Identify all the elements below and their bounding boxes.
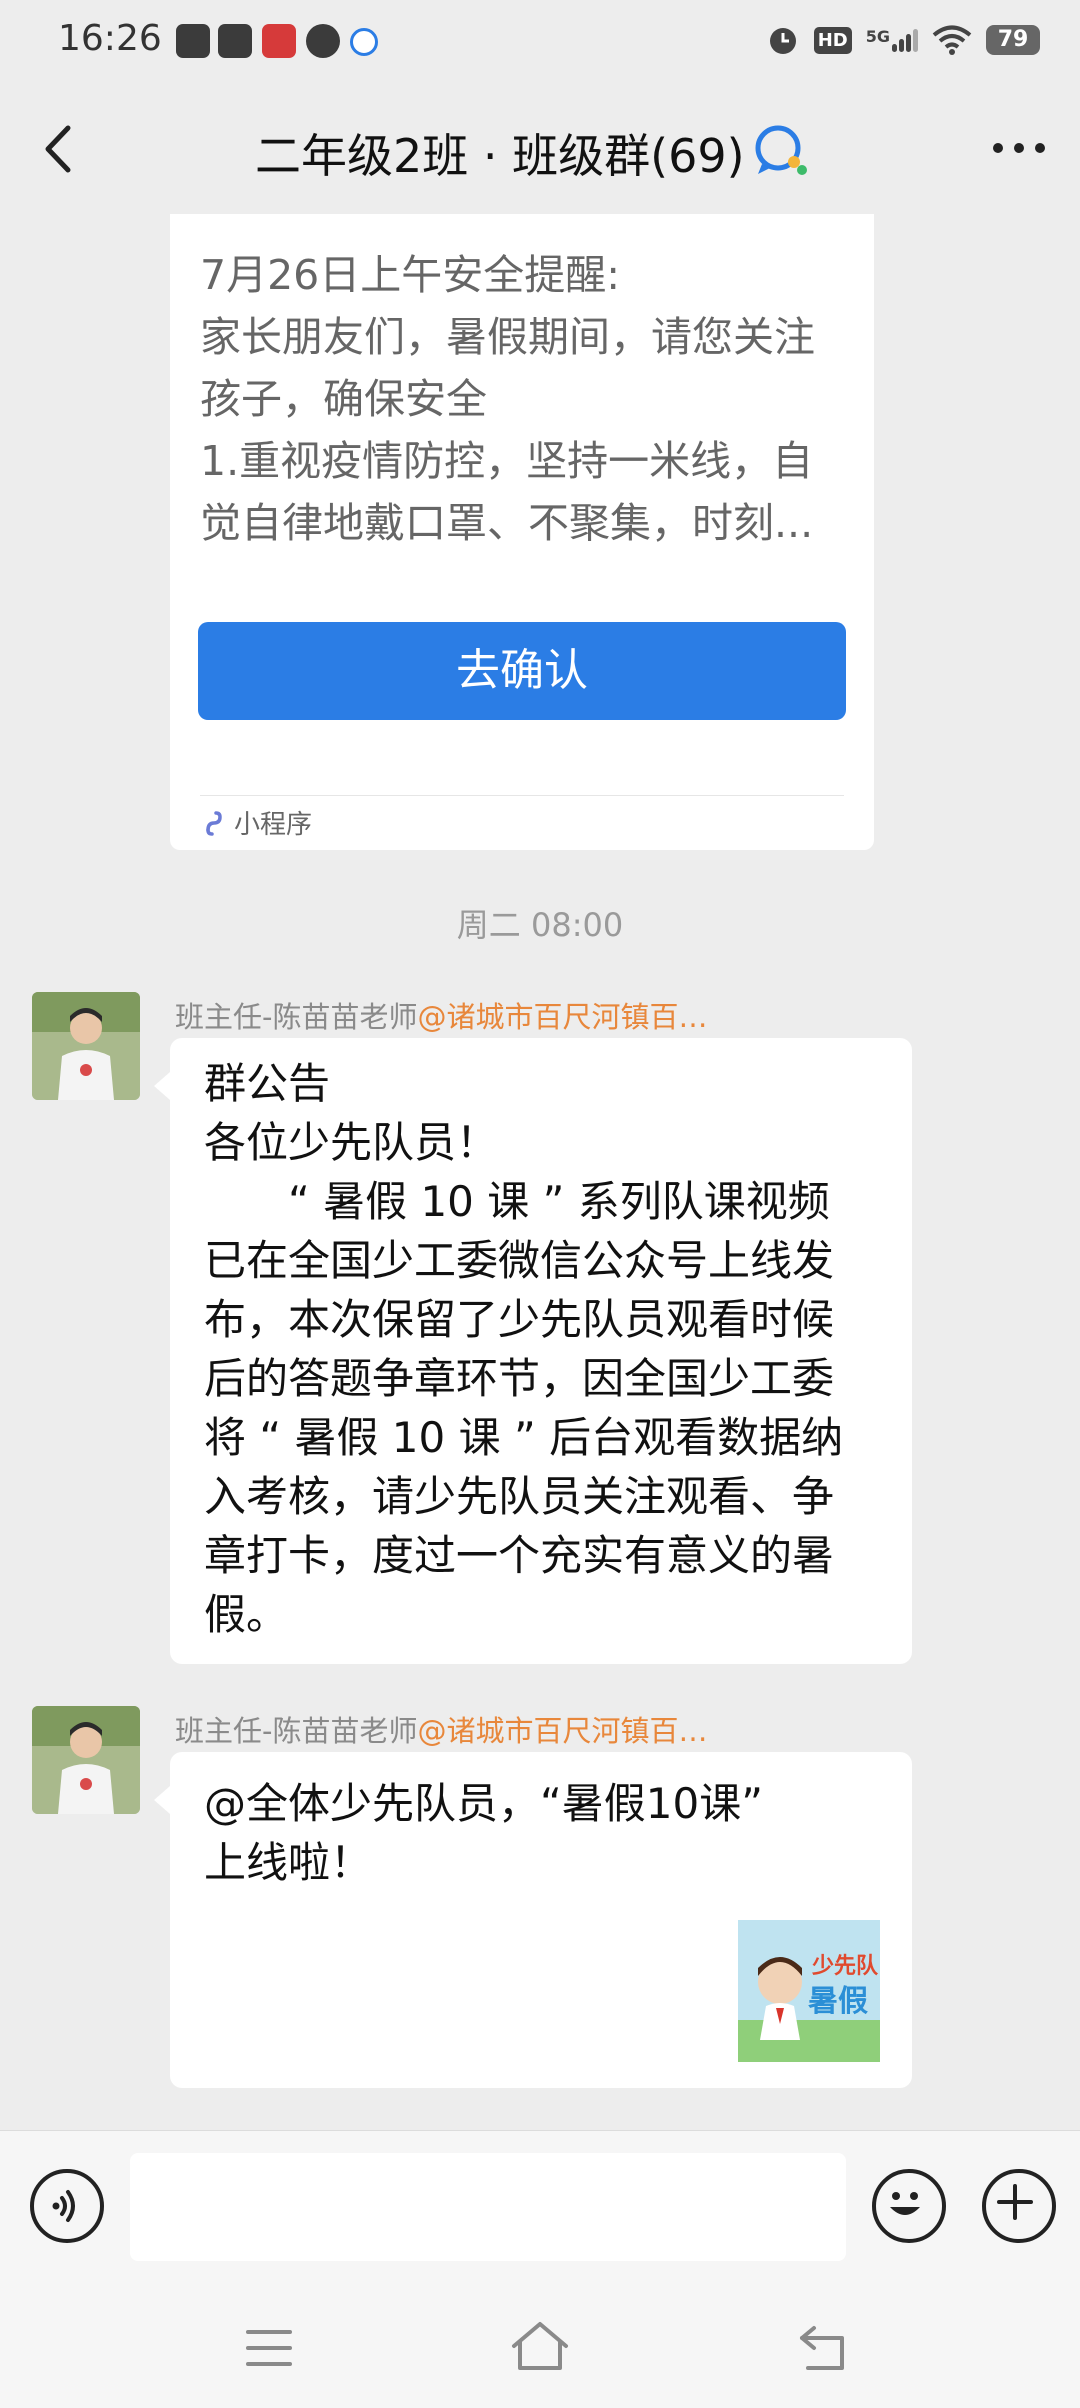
input-bar (0, 2130, 1080, 2291)
message-bubble[interactable]: 群公告 各位少先队员！ “ 暑假 10 课 ” 系列队课视频 已在全国少工委微信… (154, 1038, 912, 1664)
notice-line: 7月26日上午安全提醒: (200, 251, 621, 299)
mini-program-card[interactable]: 7月26日上午安全提醒: 家长朋友们，暑假期间，请您关注 孩子，确保安全 1.重… (170, 214, 874, 850)
sender-mention[interactable]: @诸城市百尺河镇百… (417, 1000, 707, 1034)
message-line: @全体少先队员，“暑假10课” (204, 1779, 763, 1828)
app-notification-icon (262, 24, 296, 58)
wifi-icon (932, 25, 972, 55)
plus-icon[interactable] (982, 2169, 1056, 2243)
message-bubble[interactable]: @全体少先队员，“暑假10课” 上线啦！ 少先队 暑假 (154, 1752, 912, 2088)
home-icon[interactable] (510, 2320, 570, 2372)
message-line: 后的答题争章环节，因全国少工委 (204, 1354, 835, 1403)
message-line: 布，本次保留了少先队员观看时候 (204, 1295, 835, 1344)
mini-program-footer: 小程序 (202, 804, 312, 841)
notice-line: 家长朋友们，暑假期间，请您关注 (200, 313, 815, 361)
status-right-group: HD 5G 79 (766, 20, 1040, 60)
app-notification-icon (306, 24, 340, 58)
notice-line: 孩子，确保安全 (200, 375, 487, 423)
message-line: 将 “ 暑假 10 课 ” 后台观看数据纳 (204, 1413, 844, 1462)
app-notification-icon (176, 24, 210, 58)
hd-icon: HD (813, 26, 852, 54)
emoji-icon[interactable] (872, 2169, 946, 2243)
status-time: 16:26 (58, 18, 162, 59)
sender-line: 班主任-陈苗苗老师@诸城市百尺河镇百… (175, 994, 707, 1036)
chevron-left-icon[interactable] (30, 114, 90, 184)
thumbnail-label: 暑假 (808, 1984, 868, 2019)
message-line: 各位少先队员！ (204, 1118, 499, 1167)
sender-name: 班主任-陈苗苗老师 (175, 1714, 418, 1748)
voice-icon[interactable] (30, 2169, 104, 2243)
sender-line: 班主任-陈苗苗老师@诸城市百尺河镇百… (175, 1708, 707, 1750)
video-thumbnail[interactable]: 少先队 暑假 (738, 1920, 880, 2062)
notice-line: 1.重视疫情防控，坚持一米线，自 (200, 437, 814, 485)
confirm-button[interactable]: 去确认 (198, 622, 846, 720)
app-notification-icon (218, 24, 252, 58)
avatar[interactable] (32, 992, 140, 1100)
alarm-icon (769, 28, 796, 54)
mini-program-label: 小程序 (234, 810, 313, 840)
divider (200, 795, 844, 796)
message-line: 入考核，请少先队员关注观看、争 (204, 1472, 835, 1521)
status-bar: 16:26 HD 5G 79 (0, 0, 1080, 84)
notice-text: 7月26日上午安全提醒: 家长朋友们，暑假期间，请您关注 孩子，确保安全 1.重… (200, 244, 850, 554)
notice-line: 觉自律地戴口罩、不聚集，时刻... (200, 499, 814, 547)
message-line: 已在全国少工委微信公众号上线发 (204, 1236, 835, 1285)
message-list[interactable]: 7月26日上午安全提醒: 家长朋友们，暑假期间，请您关注 孩子，确保安全 1.重… (0, 214, 1080, 2130)
signal-5g-icon: 5G (866, 28, 918, 52)
mini-program-icon (206, 810, 222, 836)
sender-mention[interactable]: @诸城市百尺河镇百… (417, 1714, 707, 1748)
chat-header: 二年级2班 · 班级群(69) (0, 84, 1080, 214)
message-text: 群公告 各位少先队员！ “ 暑假 10 课 ” 系列队课视频 已在全国少工委微信… (204, 1054, 894, 1644)
app-notification-icon (350, 28, 378, 56)
menu-icon[interactable] (244, 2326, 294, 2370)
more-dots-icon[interactable] (984, 118, 1054, 178)
message-text: @全体少先队员，“暑假10课” 上线啦！ (204, 1774, 894, 1892)
avatar[interactable] (32, 1706, 140, 1814)
message-line: 上线啦！ (204, 1838, 373, 1887)
back-icon[interactable] (796, 2322, 852, 2372)
message-timestamp: 周二 08:00 (456, 906, 624, 944)
message-line: 假。 (204, 1590, 289, 1639)
page-title: 二年级2班 · 班级群(69) (255, 129, 745, 183)
message-line: “ 暑假 10 课 ” 系列队课视频 (204, 1177, 830, 1226)
battery-indicator: 79 (986, 25, 1040, 55)
sender-name: 班主任-陈苗苗老师 (175, 1000, 418, 1034)
message-input[interactable] (130, 2153, 846, 2261)
message-line: 群公告 (204, 1059, 331, 1108)
message-line: 章打卡，度过一个充实有意义的暑 (204, 1531, 835, 1580)
chat-bubble-icon[interactable] (750, 120, 812, 182)
system-navigation-bar (0, 2290, 1080, 2408)
